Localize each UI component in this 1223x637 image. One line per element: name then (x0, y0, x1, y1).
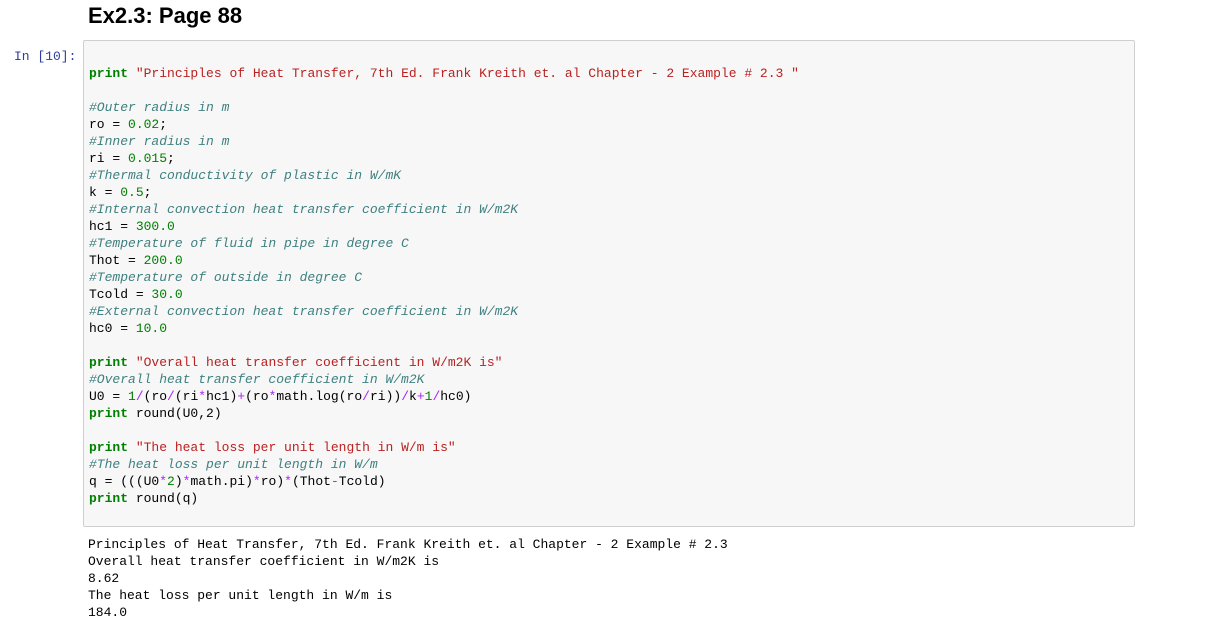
code-line: print "Overall heat transfer coefficient… (89, 355, 503, 370)
code-line: k = 0.5; (89, 185, 152, 200)
output-line: The heat loss per unit length in W/m is (88, 588, 393, 603)
code-comment: #Temperature of outside in degree C (89, 270, 363, 285)
output-line: 8.62 (88, 571, 120, 586)
output-line: 184.0 (88, 605, 128, 620)
code-cell[interactable]: print "Principles of Heat Transfer, 7th … (83, 40, 1135, 527)
section-heading: Ex2.3: Page 88 (88, 3, 243, 28)
code-line: q = (((U0*2)*math.pi)*ro)*(Thot-Tcold) (89, 474, 386, 489)
code-comment: #Internal convection heat transfer coeff… (89, 202, 519, 217)
code-comment: #Inner radius in m (89, 134, 230, 149)
code-line: U0 = 1/(ro/(ri*hc1)+(ro*math.log(ro/ri))… (89, 389, 472, 404)
code-line: print "The heat loss per unit length in … (89, 440, 456, 455)
code-line: Tcold = 30.0 (89, 287, 183, 302)
code-comment: #The heat loss per unit length in W/m (89, 457, 378, 472)
code-line: print round(q) (89, 491, 199, 506)
code-line: print round(U0,2) (89, 406, 222, 421)
code-line: print "Principles of Heat Transfer, 7th … (89, 65, 799, 82)
code-line: hc0 = 10.0 (89, 321, 168, 336)
keyword: print (89, 66, 129, 81)
input-prompt: In [10]: (14, 49, 77, 64)
code-line: ri = 0.015; (89, 151, 175, 166)
code-editor[interactable]: print "Principles of Heat Transfer, 7th … (89, 65, 799, 507)
string-literal: "Principles of Heat Transfer, 7th Ed. Fr… (135, 66, 799, 81)
code-line: hc1 = 300.0 (89, 219, 175, 234)
code-line: ro = 0.02; (89, 117, 168, 132)
output-line: Principles of Heat Transfer, 7th Ed. Fra… (88, 537, 728, 552)
cell-output: Principles of Heat Transfer, 7th Ed. Fra… (88, 536, 728, 621)
code-comment: #Outer radius in m (89, 100, 230, 115)
code-comment: #External convection heat transfer coeff… (89, 304, 519, 319)
code-comment: #Overall heat transfer coefficient in W/… (89, 372, 425, 387)
code-comment: #Thermal conductivity of plastic in W/mK (89, 168, 402, 183)
code-comment: #Temperature of fluid in pipe in degree … (89, 236, 409, 251)
output-line: Overall heat transfer coefficient in W/m… (88, 554, 440, 569)
code-line: Thot = 200.0 (89, 253, 183, 268)
